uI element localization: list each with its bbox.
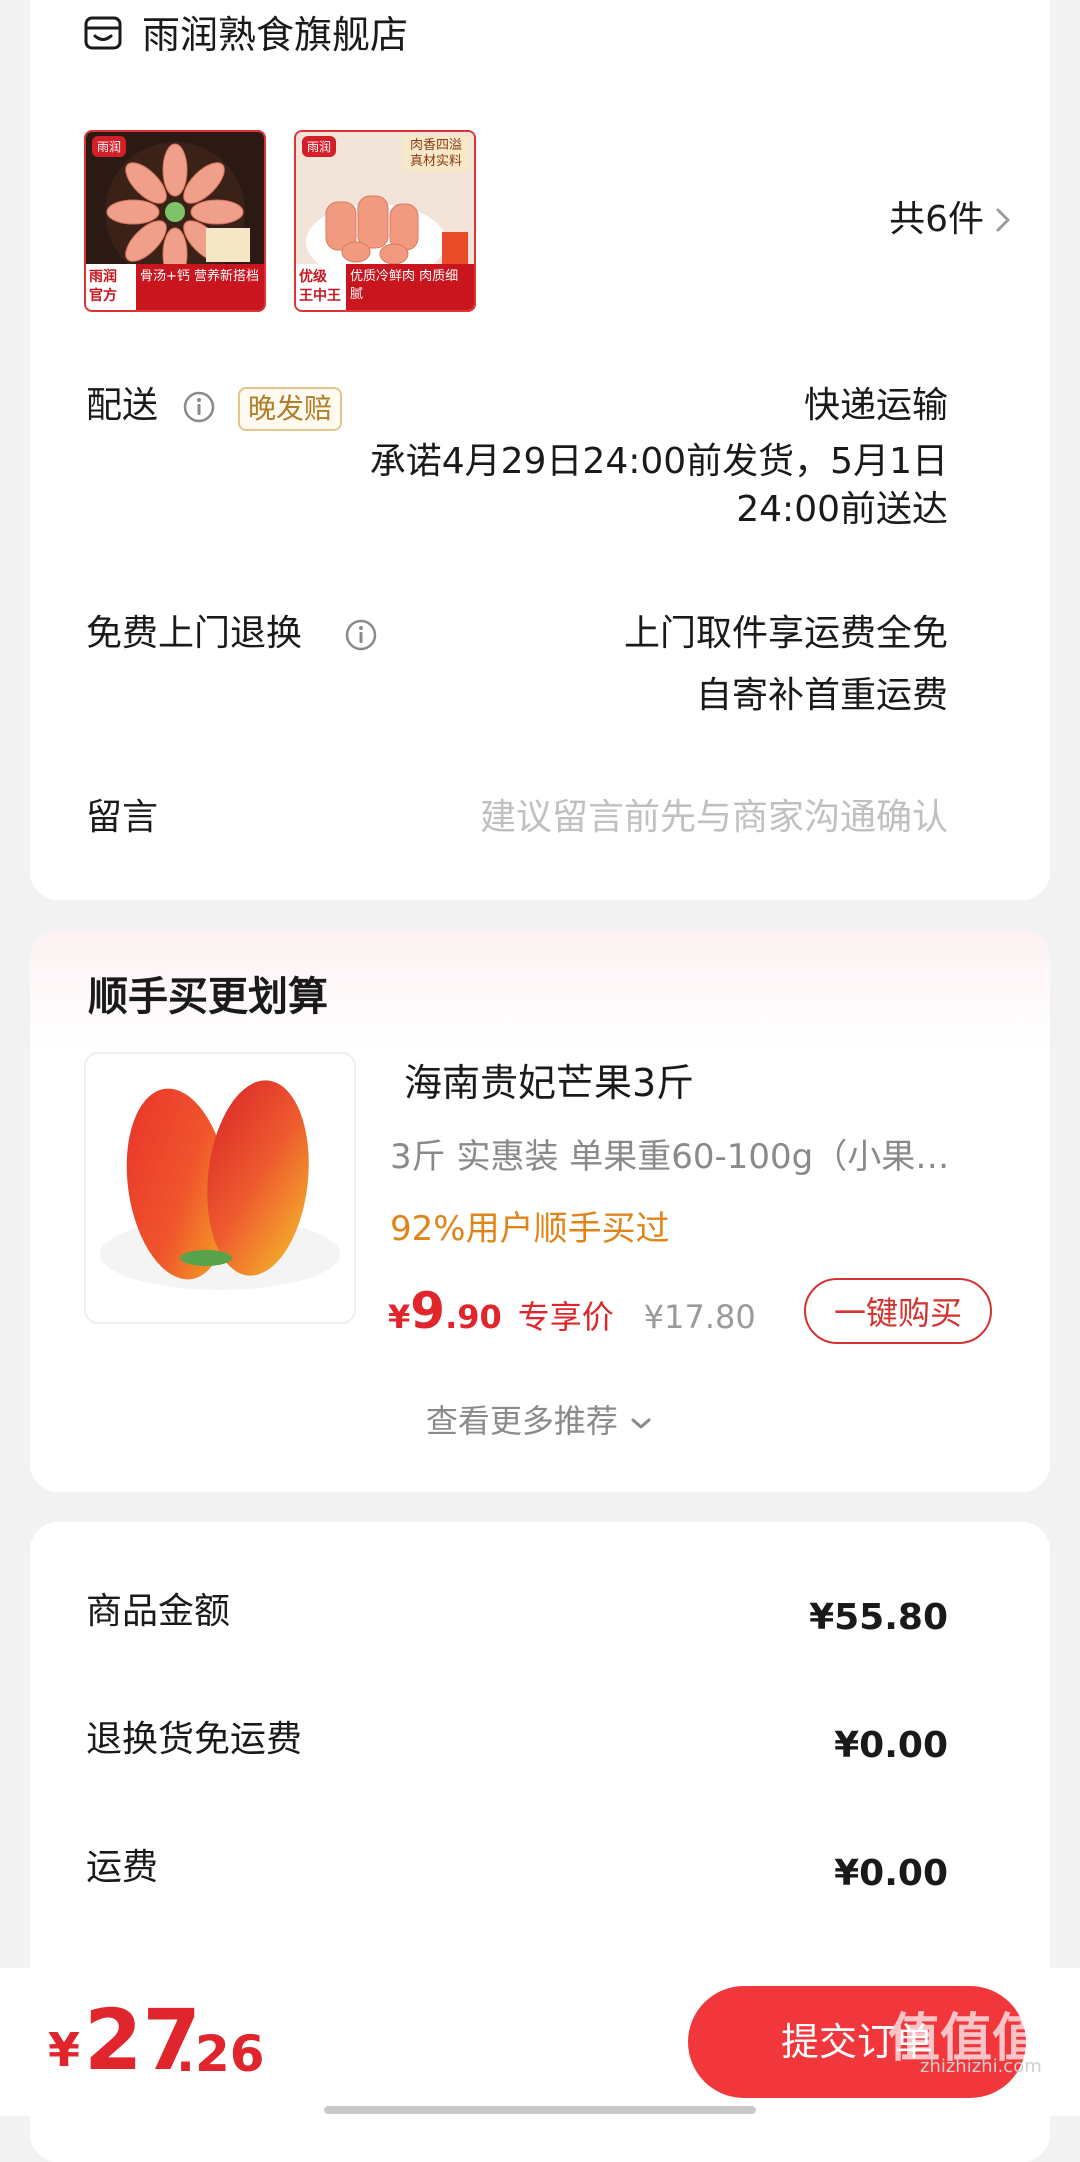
brand-logo: 雨润: [302, 136, 337, 157]
brand-logo: 雨润: [92, 136, 127, 157]
delivery-promise-line1: 承诺4月29日24:00前发货，5月1日: [369, 441, 948, 482]
total-count[interactable]: 共6件: [889, 196, 984, 244]
caption-right: 骨汤+钙 营养新搭档: [140, 269, 260, 284]
summary-label-goods: 商品金额: [86, 1591, 231, 1632]
caption-left: 雨润 官方: [86, 264, 136, 310]
returns-line2: 自寄补首重运费: [695, 675, 948, 716]
message-input[interactable]: 建议留言前先与商家沟通确认: [480, 794, 948, 842]
returns-label: 免费上门退换: [86, 613, 303, 654]
see-more-recommendations[interactable]: 查看更多推荐: [0, 1398, 1080, 1444]
product-thumbnail[interactable]: 雨润 雨润 官方 骨汤+钙 营养新搭档: [84, 130, 266, 312]
caption-left: 优级 王中王: [296, 264, 346, 310]
mango-image[interactable]: [84, 1052, 356, 1324]
recommendation-product-name[interactable]: 海南贵妃芒果3斤: [404, 1058, 694, 1108]
summary-value-shipping: ¥0.00: [834, 1853, 948, 1894]
summary-value-return-shipping: ¥0.00: [834, 1725, 948, 1766]
summary-label-return-shipping: 退换货免运费: [86, 1719, 303, 1760]
caption-right: 优质冷鲜肉 肉质细腻: [350, 269, 459, 302]
product-caption: 雨润 官方 骨汤+钙 营养新搭档: [86, 264, 264, 310]
price-integer: 9: [410, 1282, 446, 1340]
recommendation-price: ¥9.90 专享价 ¥17.80: [388, 1282, 756, 1352]
late-delivery-badge: 晚发赔: [238, 387, 343, 431]
one-click-buy-button[interactable]: 一键购买: [804, 1278, 992, 1344]
product-top-note: 肉香四溢 真材实料: [402, 136, 470, 172]
recommendation-title: 顺手买更划算: [88, 974, 328, 1020]
delivery-label: 配送: [86, 385, 159, 426]
price-currency: ¥: [388, 1298, 411, 1336]
delivery-method: 快递运输: [803, 385, 948, 426]
pay-currency: ¥: [48, 2023, 81, 2077]
summary-label-shipping: 运费: [86, 1847, 159, 1888]
recommendation-ratio: 92%用户顺手买过: [390, 1209, 670, 1249]
recommendation-spec: 3斤 实惠装 单果重60-100g（小果…: [390, 1137, 950, 1177]
mango-photo: [100, 1080, 340, 1290]
returns-line1: 上门取件享运费全免: [623, 613, 948, 654]
summary-value-goods: ¥55.80: [809, 1597, 948, 1638]
chevron-right-icon[interactable]: [992, 196, 1014, 244]
home-indicator[interactable]: [324, 2106, 756, 2114]
pay-amount-decimal: .26: [176, 2025, 265, 2083]
store-name[interactable]: 雨润熟食旗舰店: [142, 10, 408, 60]
delivery-promise-line2: 24:00前送达: [736, 489, 948, 530]
info-icon[interactable]: [344, 618, 378, 652]
exclusive-price-tag: 专享价: [517, 1298, 614, 1336]
price-decimal: .90: [445, 1298, 502, 1336]
message-label: 留言: [86, 797, 159, 838]
original-price: ¥17.80: [643, 1298, 756, 1336]
product-thumbnail[interactable]: 雨润 肉香四溢 真材实料 优级 王中王 优质冷鲜肉 肉质细腻: [294, 130, 476, 312]
info-icon[interactable]: [182, 390, 216, 424]
chevron-down-icon: [631, 1418, 651, 1429]
product-caption: 优级 王中王 优质冷鲜肉 肉质细腻: [296, 264, 474, 310]
see-more-label: 查看更多推荐: [425, 1402, 618, 1440]
watermark-text: zhizhizhi.com: [920, 2056, 1042, 2077]
store-icon: [84, 16, 122, 50]
